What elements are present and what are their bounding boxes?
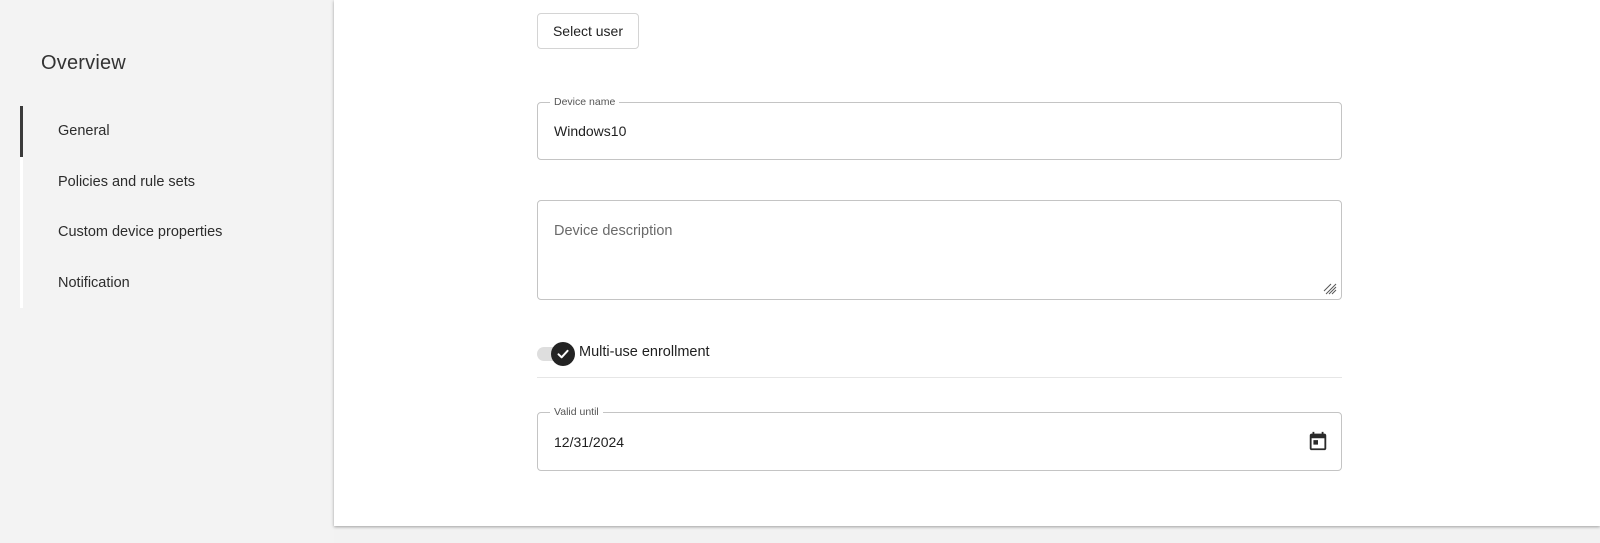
multi-use-enrollment-row: Multi-use enrollment [537, 338, 1342, 378]
check-icon [557, 349, 569, 359]
valid-until-field[interactable]: Valid until 12/31/2024 [537, 406, 1342, 471]
device-name-field[interactable]: Device name Windows10 [537, 96, 1342, 160]
sidebar-item-policies-and-rule-sets[interactable]: Policies and rule sets [23, 157, 323, 208]
main-panel: Select user Device name Windows10 Device… [334, 0, 1600, 526]
select-user-button[interactable]: Select user [537, 13, 639, 49]
device-name-label: Device name [550, 96, 620, 109]
sidebar-item-label: Policies and rule sets [58, 173, 196, 190]
device-description-field[interactable]: Device description [537, 200, 1342, 300]
sidebar: Overview General Policies and rule sets … [0, 0, 334, 543]
toggle-thumb [551, 342, 575, 366]
valid-until-value: 12/31/2024 [554, 434, 625, 450]
calendar-icon[interactable] [1307, 430, 1329, 452]
sidebar-item-notification[interactable]: Notification [23, 258, 323, 309]
sidebar-item-label: General [58, 123, 110, 140]
multi-use-enrollment-label: Multi-use enrollment [579, 344, 710, 360]
sidebar-title: Overview [41, 52, 126, 74]
device-description-placeholder: Device description [554, 223, 673, 239]
sidebar-item-general[interactable]: General [20, 106, 323, 157]
valid-until-label: Valid until [550, 406, 603, 419]
sidebar-item-label: Notification [58, 274, 130, 291]
sidebar-item-label: Custom device properties [58, 224, 223, 241]
resize-handle-icon[interactable] [1323, 281, 1337, 295]
multi-use-enrollment-toggle[interactable] [537, 342, 575, 366]
sidebar-item-custom-device-properties[interactable]: Custom device properties [23, 207, 323, 258]
device-name-value: Windows10 [554, 123, 627, 139]
sidebar-nav: General Policies and rule sets Custom de… [20, 106, 323, 308]
